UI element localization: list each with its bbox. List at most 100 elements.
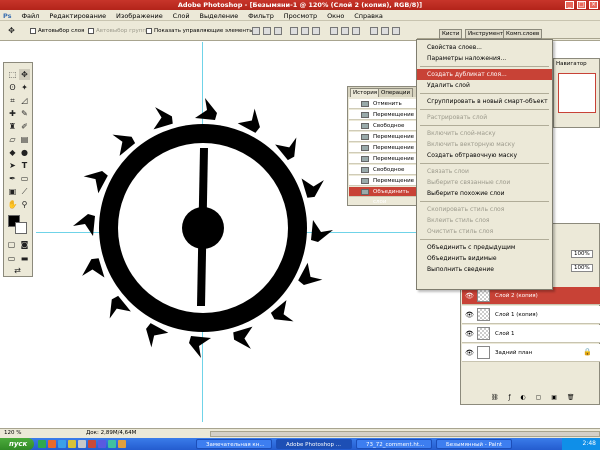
close-button[interactable]: × [589,1,598,9]
history-item[interactable]: Свободное Трансф. [349,165,416,183]
blur-tool-icon[interactable]: ◆ [7,147,18,158]
context-menu-item[interactable]: Выберите связанные слои [417,177,552,188]
distribute-vcenter-icon[interactable] [341,27,349,35]
gradient-tool-icon[interactable]: ▤ [19,134,30,145]
maximize-button[interactable]: □ [577,1,586,9]
auto-select-group-checkbox[interactable] [88,28,94,34]
zoom-level[interactable]: 120 % [4,430,21,436]
hand-tool-icon[interactable]: ✋ [7,199,18,210]
marquee-tool-icon[interactable]: ⬚ [7,69,18,80]
align-right-icon[interactable] [312,27,320,35]
align-vcenter-icon[interactable] [263,27,271,35]
eye-icon[interactable]: 👁 [465,349,474,357]
distribute-bottom-icon[interactable] [352,27,360,35]
quicklaunch-icon-3[interactable] [58,440,66,448]
crop-tool-icon[interactable]: ⌗ [7,95,18,106]
context-menu-item[interactable]: Объединить видимые [417,253,552,264]
quicklaunch-icon-9[interactable] [118,440,126,448]
document-size[interactable]: Док: 2,89M/4,64M [86,430,136,436]
standard-mode-icon[interactable]: ▢ [6,239,17,250]
eyedropper-tool-icon[interactable]: ⟋ [19,186,30,197]
menu-view[interactable]: Просмотр [280,10,321,20]
background-color-swatch[interactable] [15,222,27,234]
context-menu-item[interactable]: Выполнить сведение [417,264,552,275]
align-top-icon[interactable] [252,27,260,35]
magic-wand-tool-icon[interactable]: ✦ [19,82,30,93]
distribute-hcenter-icon[interactable] [381,27,389,35]
history-item[interactable]: Перемещение [349,154,416,164]
taskbar-button[interactable]: 73_72_comment.ht... [356,439,432,449]
layer-row[interactable]: 👁 Слой 1 (копия) [462,306,600,324]
history-brush-tool-icon[interactable]: ✐ [19,121,30,132]
context-menu-item[interactable]: Параметры наложения... [417,53,552,64]
screen-mode-full-icon[interactable]: ▬ [19,253,30,264]
path-selection-tool-icon[interactable]: ➤ [7,160,18,171]
menu-file[interactable]: Файл [17,10,43,20]
quicklaunch-icon-8[interactable] [108,440,116,448]
quicklaunch-icon-5[interactable] [78,440,86,448]
history-item[interactable]: Перемещение [349,143,416,153]
tab-layer-comps[interactable]: Комп.слоев [503,29,543,39]
menu-window[interactable]: Окно [323,10,348,20]
lasso-tool-icon[interactable]: ʘ [7,82,18,93]
taskbar-button[interactable]: Adobe Photoshop ... [276,439,352,449]
opacity-value[interactable]: 100% [571,250,593,258]
healing-brush-tool-icon[interactable]: ✚ [7,108,18,119]
clone-stamp-tool-icon[interactable]: ♜ [7,121,18,132]
menu-edit[interactable]: Редактирование [45,10,110,20]
history-item[interactable]: Перемещение [349,176,416,186]
context-menu-item[interactable]: Создать дубликат слоя... [417,69,552,80]
context-menu-item[interactable]: Вклеить стиль слоя [417,215,552,226]
move-tool-preset-icon[interactable]: ✥ [6,25,17,36]
type-tool-icon[interactable]: T [19,160,30,171]
context-menu-item[interactable]: Объединить с предыдущим [417,242,552,253]
menu-image[interactable]: Изображение [112,10,167,20]
taskbar-button[interactable]: Замечательная кн... [196,439,272,449]
eye-icon[interactable]: 👁 [465,311,474,319]
menu-help[interactable]: Справка [350,10,387,20]
zoom-tool-icon[interactable]: ⚲ [19,199,30,210]
navigator-preview[interactable] [558,73,596,113]
context-menu-item[interactable]: Сгруппировать в новый смарт-объект [417,96,552,107]
slice-tool-icon[interactable]: ◿ [19,95,30,106]
distribute-top-icon[interactable] [330,27,338,35]
dodge-tool-icon[interactable]: ● [19,147,30,158]
layer-row[interactable]: 👁 Задний план 🔒 [462,344,600,362]
history-item[interactable]: Перемещение [349,110,416,120]
layer-row[interactable]: 👁 Слой 1 [462,325,600,343]
distribute-left-icon[interactable] [370,27,378,35]
context-menu-item[interactable]: Очистить стиль слоя [417,226,552,237]
eye-icon[interactable]: 👁 [465,330,474,338]
align-bottom-icon[interactable] [274,27,282,35]
context-menu-item[interactable]: Удалить слой [417,80,552,91]
pen-tool-icon[interactable]: ✒ [7,173,18,184]
quicklaunch-icon-7[interactable] [98,440,106,448]
menu-layer[interactable]: Слой [169,10,194,20]
context-menu-item[interactable]: Свойства слоев... [417,42,552,53]
screen-mode-standard-icon[interactable]: ▭ [6,253,17,264]
shape-tool-icon[interactable]: ▭ [19,173,30,184]
context-menu-item[interactable]: Скопировать стиль слоя [417,204,552,215]
taskbar-button[interactable]: Безымянный - Paint [436,439,512,449]
history-item[interactable]: Отменить выделение [349,99,416,117]
quicklaunch-icon-6[interactable] [88,440,96,448]
context-menu-item[interactable]: Включить слой-маску [417,128,552,139]
clock[interactable]: 2:48 [583,440,596,447]
fill-value[interactable]: 100% [571,264,593,272]
history-item[interactable]: Объединить слои [349,187,416,205]
history-item[interactable]: Перемещение [349,132,416,142]
notes-tool-icon[interactable]: ▣ [7,186,18,197]
horizontal-scrollbar[interactable] [210,431,600,437]
show-controls-checkbox[interactable] [146,28,152,34]
minimize-button[interactable]: _ [565,1,574,9]
align-left-icon[interactable] [290,27,298,35]
brush-tool-icon[interactable]: ✎ [19,108,30,119]
layer-footer-icons[interactable]: ⛓ ƒ ◐ ▢ ▣ 🗑 [491,394,578,401]
menu-select[interactable]: Выделение [196,10,243,20]
tab-actions[interactable]: Операции [378,88,414,97]
auto-select-layer-checkbox[interactable] [30,28,36,34]
distribute-right-icon[interactable] [392,27,400,35]
eye-icon[interactable]: 👁 [465,292,474,300]
quicklaunch-icon-2[interactable] [48,440,56,448]
context-menu-item[interactable]: Включить векторную маску [417,139,552,150]
